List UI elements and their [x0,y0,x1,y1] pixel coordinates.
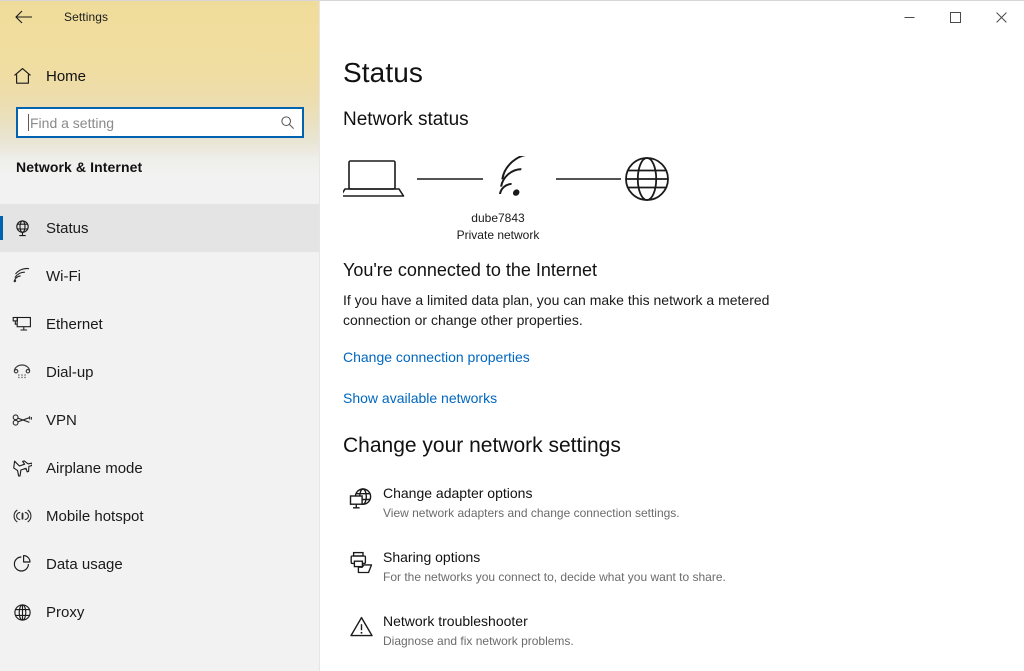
main-content: Status Network status [321,1,1024,671]
sidebar-item-airplane-mode-label: Airplane mode [46,460,143,477]
airplane-icon [0,459,44,478]
sidebar-nav-list: Status Wi-Fi [0,204,320,636]
setting-text: Network troubleshooter Diagnose and fix … [383,611,574,650]
sidebar-item-status-label: Status [46,220,89,237]
sidebar-group-title: Network & Internet [16,159,142,175]
sidebar-item-ethernet-label: Ethernet [46,316,103,333]
sidebar-item-dialup[interactable]: Dial-up [0,348,320,396]
connection-status-description: If you have a limited data plan, you can… [343,290,773,330]
warning-triangle-icon [339,611,383,640]
setting-sharing-options[interactable]: Sharing options For the networks you con… [339,547,999,611]
minimize-button[interactable] [886,1,932,33]
sidebar-item-wifi-label: Wi-Fi [46,268,81,285]
setting-network-troubleshooter[interactable]: Network troubleshooter Diagnose and fix … [339,611,999,671]
globe-icon [626,158,668,200]
vpn-key-icon [0,413,44,427]
wifi-icon [0,267,44,285]
link-show-available-networks[interactable]: Show available networks [343,390,497,406]
link-change-connection-properties[interactable]: Change connection properties [343,349,530,365]
laptop-icon [343,161,404,196]
sidebar-item-home-label: Home [46,68,86,85]
home-icon [0,67,44,85]
close-icon [996,12,1007,23]
titlebar: Settings [0,1,320,33]
network-diagram: dube7843 Private network [343,156,673,251]
sidebar-item-home[interactable]: Home [0,59,320,93]
search-input[interactable] [29,109,272,136]
network-settings-list: Change adapter options View network adap… [339,483,999,671]
dialup-phone-icon [0,363,44,381]
sidebar-item-mobile-hotspot[interactable]: Mobile hotspot [0,492,320,540]
connection-status-heading: You're connected to the Internet [343,260,597,281]
close-button[interactable] [978,1,1024,33]
setting-change-adapter-options[interactable]: Change adapter options View network adap… [339,483,999,547]
network-status-icon [0,219,44,238]
selection-indicator [0,216,3,240]
sidebar-item-ethernet[interactable]: Ethernet [0,300,320,348]
setting-title: Network troubleshooter [383,611,574,631]
setting-text: Sharing options For the networks you con… [383,547,726,586]
globe-icon [0,603,44,622]
setting-subtitle: For the networks you connect to, decide … [383,568,726,586]
network-name: dube7843 [343,211,653,225]
page-title: Status [343,57,423,89]
sidebar-item-airplane-mode[interactable]: Airplane mode [0,444,320,492]
sidebar-item-status[interactable]: Status [0,204,320,252]
maximize-icon [950,12,961,23]
ethernet-icon [0,315,44,333]
sidebar-item-vpn[interactable]: VPN [0,396,320,444]
maximize-button[interactable] [932,1,978,33]
minimize-icon [904,12,915,23]
section-heading-network-status: Network status [343,109,469,131]
sidebar-item-vpn-label: VPN [46,412,77,429]
search-box[interactable] [16,107,304,138]
sidebar-item-data-usage[interactable]: Data usage [0,540,320,588]
sidebar-item-mobile-hotspot-label: Mobile hotspot [46,508,144,525]
settings-window: Settings Home Network & Internet [0,0,1024,671]
sidebar-item-dialup-label: Dial-up [46,364,94,381]
search-icon[interactable] [272,109,302,136]
sidebar-item-proxy[interactable]: Proxy [0,588,320,636]
wifi-signal-icon [500,156,531,196]
section-heading-change-network-settings: Change your network settings [343,434,621,458]
sidebar-item-proxy-label: Proxy [46,604,84,621]
setting-text: Change adapter options View network adap… [383,483,680,522]
setting-title: Change adapter options [383,483,680,503]
sidebar: Settings Home Network & Internet [0,1,320,671]
sidebar-item-data-usage-label: Data usage [46,556,123,573]
sharing-printer-folder-icon [339,547,383,576]
app-title: Settings [64,10,108,24]
setting-subtitle: Diagnose and fix network problems. [383,632,574,650]
setting-title: Sharing options [383,547,726,567]
pie-chart-icon [0,554,44,574]
hotspot-icon [0,507,44,525]
setting-subtitle: View network adapters and change connect… [383,504,680,522]
back-button[interactable] [0,1,46,33]
sidebar-item-wifi[interactable]: Wi-Fi [0,252,320,300]
window-controls [886,1,1024,33]
network-type: Private network [343,228,653,242]
adapter-globe-icon [339,483,383,512]
